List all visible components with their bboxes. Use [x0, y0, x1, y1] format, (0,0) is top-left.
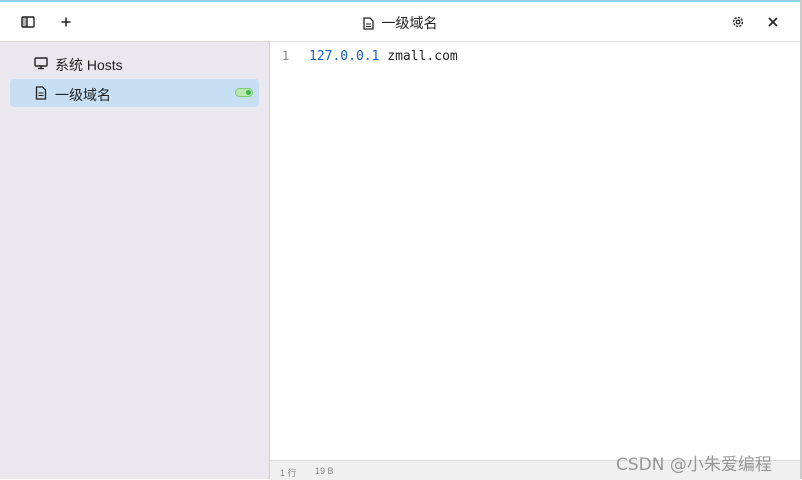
enable-toggle[interactable]	[235, 88, 253, 97]
sidebar-item-label: 系统 Hosts	[55, 57, 123, 73]
line-count: 1 行	[280, 468, 297, 478]
ip-address-text: 127.0.0.1	[309, 49, 380, 64]
window-title: 一级域名	[0, 13, 800, 33]
settings-button[interactable]	[727, 11, 749, 33]
document-icon	[35, 86, 47, 100]
sidebar-item-first-level-domain[interactable]: 一级域名	[10, 79, 259, 107]
line-number: 1	[282, 49, 290, 63]
watermark: CSDN @小朱爱编程	[616, 455, 772, 475]
close-button[interactable]	[762, 11, 784, 33]
window-title-text: 一级域名	[381, 15, 438, 31]
code-line[interactable]: 127.0.0.1 zmall.com	[309, 49, 458, 64]
sidebar-item-system-hosts[interactable]: 系统 Hosts	[10, 49, 259, 77]
close-icon	[768, 17, 778, 27]
sidebar-item-label: 一级域名	[55, 87, 111, 103]
hosts-editor[interactable]: 1 127.0.0.1 zmall.com	[270, 42, 800, 460]
sidebar: 系统 Hosts 一级域名	[0, 42, 270, 479]
document-icon	[362, 17, 374, 30]
monitor-icon	[34, 57, 48, 70]
hostname-text: zmall.com	[379, 49, 458, 64]
byte-count: 19 B	[315, 466, 334, 476]
title-bar: 一级域名	[0, 2, 800, 42]
gear-icon	[732, 16, 744, 28]
